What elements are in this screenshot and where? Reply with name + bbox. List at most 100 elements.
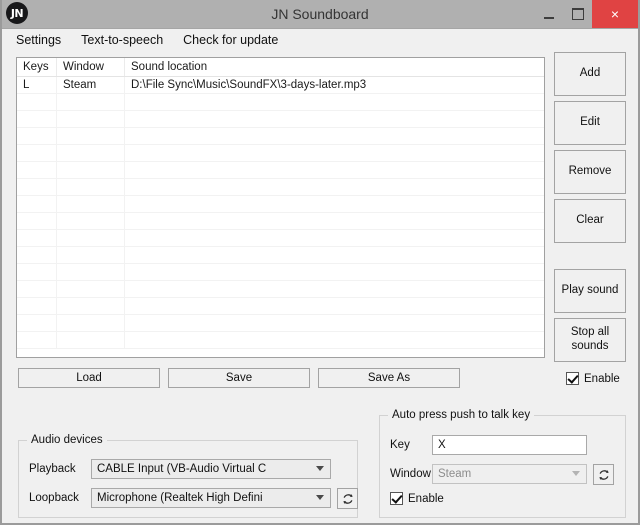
cell-sound-location xyxy=(125,247,544,263)
cell-keys xyxy=(17,315,57,331)
refresh-audio-devices-button[interactable] xyxy=(337,488,358,509)
cell-keys xyxy=(17,230,57,246)
cell-window xyxy=(57,230,125,246)
cell-window xyxy=(57,162,125,178)
edit-button[interactable]: Edit xyxy=(554,101,626,145)
table-row-empty xyxy=(17,179,544,196)
stop-all-sounds-button[interactable]: Stop all sounds xyxy=(554,318,626,362)
table-row-empty xyxy=(17,332,544,349)
menu-item-settings[interactable]: Settings xyxy=(16,31,70,49)
ptt-key-label: Key xyxy=(390,439,410,451)
enable-soundboard-checkbox[interactable] xyxy=(566,372,579,385)
cell-keys xyxy=(17,94,57,110)
column-header-window[interactable]: Window xyxy=(57,58,125,76)
cell-keys xyxy=(17,332,57,348)
add-button[interactable]: Add xyxy=(554,52,626,96)
stop-all-sounds-label-line1: Stop all xyxy=(570,326,610,339)
cell-sound-location xyxy=(125,213,544,229)
stop-all-sounds-label-line2: sounds xyxy=(571,340,609,352)
cell-sound-location xyxy=(125,230,544,246)
table-row-empty xyxy=(17,111,544,128)
cell-keys xyxy=(17,145,57,161)
remove-button[interactable]: Remove xyxy=(554,150,626,194)
ptt-window-combobox[interactable]: Steam xyxy=(432,464,587,484)
cell-sound-location xyxy=(125,128,544,144)
cell-window xyxy=(57,145,125,161)
refresh-icon xyxy=(598,469,609,480)
push-to-talk-title: Auto press push to talk key xyxy=(388,409,535,421)
cell-window xyxy=(57,196,125,212)
cell-window xyxy=(57,213,125,229)
cell-sound-location xyxy=(125,264,544,280)
minimize-button[interactable] xyxy=(534,0,563,28)
column-header-keys[interactable]: Keys xyxy=(17,58,57,76)
cell-sound-location xyxy=(125,281,544,297)
cell-keys xyxy=(17,247,57,263)
table-row-empty xyxy=(17,315,544,332)
list-header-row: Keys Window Sound location xyxy=(17,58,544,77)
ptt-enable-label: Enable xyxy=(408,492,444,505)
cell-sound-location xyxy=(125,145,544,161)
push-to-talk-group: Auto press push to talk key Key X Window… xyxy=(379,409,626,518)
cell-sound-location xyxy=(125,162,544,178)
cell-window xyxy=(57,264,125,280)
table-row-empty xyxy=(17,247,544,264)
table-row-empty xyxy=(17,94,544,111)
cell-window xyxy=(57,179,125,195)
ptt-window-value: Steam xyxy=(438,468,472,480)
cell-keys xyxy=(17,213,57,229)
table-row-empty xyxy=(17,264,544,281)
cell-sound-location xyxy=(125,94,544,110)
table-row[interactable]: L Steam D:\File Sync\Music\SoundFX\3-days-… xyxy=(17,77,544,94)
column-header-sound-location[interactable]: Sound location xyxy=(125,58,544,76)
table-row-empty xyxy=(17,145,544,162)
cell-window: Steam xyxy=(57,77,125,93)
table-row-empty xyxy=(17,230,544,247)
cell-keys xyxy=(17,162,57,178)
cell-keys xyxy=(17,179,57,195)
clear-button[interactable]: Clear xyxy=(554,199,626,243)
refresh-window-list-button[interactable] xyxy=(593,464,614,485)
close-button[interactable]: × xyxy=(592,0,638,28)
save-button[interactable]: Save xyxy=(168,368,310,388)
cell-sound-location xyxy=(125,332,544,348)
cell-sound-location: D:\File Sync\Music\SoundFX\3-days-later.… xyxy=(131,79,367,91)
title-bar: JN JN Soundboard × xyxy=(2,0,638,29)
playback-device-value: CABLE Input (VB-Audio Virtual C xyxy=(97,463,267,475)
sound-list-view[interactable]: Keys Window Sound location L Steam D:\File… xyxy=(16,57,545,358)
maximize-button[interactable] xyxy=(563,0,592,28)
cell-window xyxy=(57,247,125,263)
save-as-button[interactable]: Save As xyxy=(318,368,460,388)
cell-window xyxy=(57,281,125,297)
play-sound-button[interactable]: Play sound xyxy=(554,269,626,313)
loopback-label: Loopback xyxy=(29,492,79,504)
menu-item-check-for-update[interactable]: Check for update xyxy=(183,31,287,49)
stop-all-sounds-label: Stop all sounds xyxy=(571,326,609,354)
cell-keys xyxy=(17,196,57,212)
app-icon: JN xyxy=(6,2,28,24)
table-row-empty xyxy=(17,162,544,179)
loopback-device-combobox[interactable]: Microphone (Realtek High Defini xyxy=(91,488,331,508)
list-body: L Steam D:\File Sync\Music\SoundFX\3-days-… xyxy=(17,77,544,349)
enable-soundboard-row[interactable]: Enable xyxy=(566,372,620,385)
table-row-empty xyxy=(17,281,544,298)
ptt-key-input[interactable]: X xyxy=(432,435,587,455)
cell-sound-location xyxy=(125,315,544,331)
audio-devices-group: Audio devices Playback CABLE Input (VB-A… xyxy=(18,434,358,518)
menu-item-text-to-speech[interactable]: Text-to-speech xyxy=(81,31,172,49)
playback-label: Playback xyxy=(29,463,76,475)
cell-keys xyxy=(17,111,57,127)
ptt-enable-checkbox[interactable] xyxy=(390,492,403,505)
load-button[interactable]: Load xyxy=(18,368,160,388)
cell-sound-location xyxy=(125,111,544,127)
cell-window xyxy=(57,111,125,127)
cell-keys: L xyxy=(17,77,57,93)
cell-window xyxy=(57,94,125,110)
maximize-icon xyxy=(571,8,584,20)
playback-device-combobox[interactable]: CABLE Input (VB-Audio Virtual C xyxy=(91,459,331,479)
table-row-empty xyxy=(17,128,544,145)
loopback-device-value: Microphone (Realtek High Defini xyxy=(97,492,263,504)
ptt-window-label: Window xyxy=(390,468,431,480)
cell-keys xyxy=(17,128,57,144)
ptt-enable-row[interactable]: Enable xyxy=(390,492,444,505)
